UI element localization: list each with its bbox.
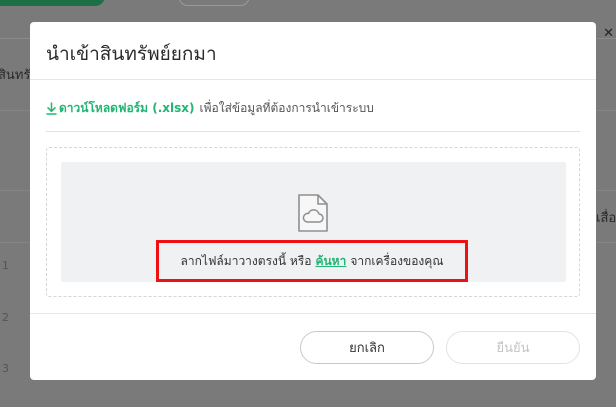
- dropzone-text-before: ลากไฟล์มาวางตรงนี้ หรือ: [180, 253, 312, 268]
- background-row-number: 2: [2, 311, 9, 324]
- background-close-icon: ✕: [603, 26, 614, 41]
- background-row-number: 3: [2, 362, 9, 375]
- download-icon: [46, 102, 57, 115]
- download-row: ดาวน์โหลดฟอร์ม (.xlsx) เพื่อใส่ข้อมูลที่…: [46, 99, 374, 118]
- background-side-text: สินทรั: [0, 68, 31, 83]
- import-assets-modal: นำเข้าสินทรัพย์ยกมา ดาวน์โหลดฟอร์ม (.xls…: [30, 22, 596, 380]
- download-form-link[interactable]: ดาวน์โหลดฟอร์ม (.xlsx): [46, 99, 194, 118]
- cancel-button[interactable]: ยกเลิก: [300, 331, 434, 364]
- modal-footer-divider: [30, 313, 596, 314]
- download-description: เพื่อใส่ข้อมูลที่ต้องการนำเข้าระบบ: [199, 101, 374, 115]
- background-primary-button: [0, 0, 105, 6]
- download-form-label[interactable]: ดาวน์โหลดฟอร์ม (.xlsx): [59, 99, 194, 118]
- dropzone-instruction: ลากไฟล์มาวางตรงนี้ หรือ ค้นหา จากเครื่อง…: [156, 240, 468, 282]
- dropzone-text-after: จากเครื่องของคุณ: [350, 253, 444, 268]
- file-dropzone[interactable]: ลากไฟล์มาวางตรงนี้ หรือ ค้นหา จากเครื่อง…: [46, 147, 580, 297]
- modal-header-divider: [30, 79, 596, 80]
- background-secondary-button: [178, 0, 250, 6]
- download-row-divider: [46, 131, 580, 132]
- confirm-button[interactable]: ยืนยัน: [446, 331, 580, 364]
- modal-title: นำเข้าสินทรัพย์ยกมา: [46, 43, 217, 65]
- background-side-text-right: เสื่อ: [596, 211, 616, 226]
- file-cloud-icon: [298, 194, 328, 232]
- background-row-number: 1: [2, 259, 9, 272]
- browse-file-link[interactable]: ค้นหา: [315, 252, 346, 271]
- dropzone-area[interactable]: ลากไฟล์มาวางตรงนี้ หรือ ค้นหา จากเครื่อง…: [61, 162, 566, 282]
